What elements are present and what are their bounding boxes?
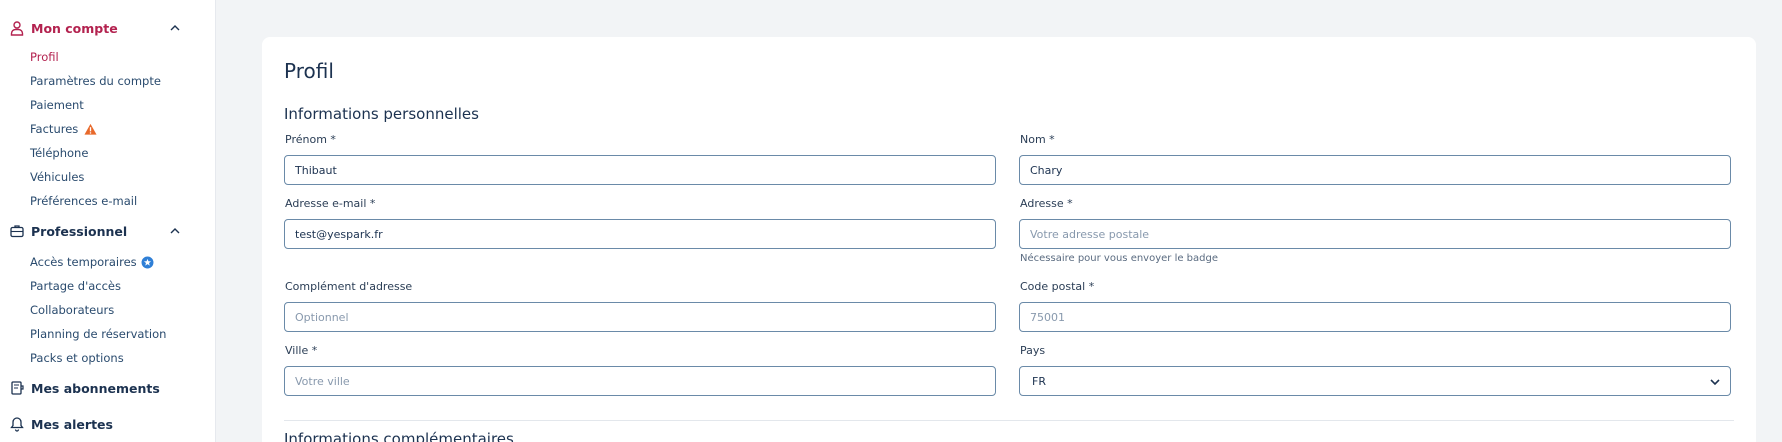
sidebar-item-vehicules[interactable]: Véhicules xyxy=(30,169,84,185)
email-input[interactable] xyxy=(284,219,996,249)
country-label: Pays xyxy=(1020,344,1046,357)
country-select-value: FR xyxy=(1032,374,1046,388)
sidebar-item-partage[interactable]: Partage d'accès xyxy=(30,278,121,294)
sidebar-item-preferences[interactable]: Préférences e-mail xyxy=(30,193,137,209)
address2-label: Complément d'adresse xyxy=(285,280,413,293)
sidebar-item-packs[interactable]: Packs et options xyxy=(30,350,124,366)
sidebar-item-parametres[interactable]: Paramètres du compte xyxy=(30,73,161,89)
bell-icon xyxy=(9,416,25,432)
sidebar-item-planning[interactable]: Planning de réservation xyxy=(30,326,166,342)
zipcode-input[interactable] xyxy=(1019,302,1731,332)
subscription-icon xyxy=(9,380,25,396)
sidebar-section-subscriptions[interactable]: Mes abonnements xyxy=(9,378,160,398)
firstname-label: Prénom * xyxy=(285,133,336,146)
sidebar-section-pro[interactable]: Professionnel xyxy=(9,221,180,241)
country-select[interactable]: FR xyxy=(1019,366,1731,396)
sidebar: Mon compte Profil Paramètres du compte P… xyxy=(0,0,216,442)
sidebar-item-paiement[interactable]: Paiement xyxy=(30,97,84,113)
sidebar-section-alerts[interactable]: Mes alertes xyxy=(9,414,113,434)
zipcode-label: Code postal * xyxy=(1020,280,1095,293)
sidebar-item-factures[interactable]: Factures xyxy=(30,121,97,137)
sidebar-item-profil[interactable]: Profil xyxy=(30,49,59,65)
sidebar-section-title: Professionnel xyxy=(31,223,128,239)
section-divider xyxy=(284,420,1734,421)
page-title: Profil xyxy=(284,59,334,83)
sidebar-section-title: Mes abonnements xyxy=(31,380,160,396)
sidebar-section-title: Mes alertes xyxy=(31,416,113,432)
sidebar-item-telephone[interactable]: Téléphone xyxy=(30,145,88,161)
email-label: Adresse e-mail * xyxy=(285,197,376,210)
lastname-label: Nom * xyxy=(1020,133,1055,146)
address2-input[interactable] xyxy=(284,302,996,332)
address-input[interactable] xyxy=(1019,219,1731,249)
sidebar-item-acces-temporaires[interactable]: Accès temporaires xyxy=(30,254,154,270)
firstname-input[interactable] xyxy=(284,155,996,185)
warning-icon xyxy=(84,123,97,136)
address-label: Adresse * xyxy=(1020,197,1073,210)
section-title-more: Informations complémentaires xyxy=(284,430,514,442)
badge-star-icon xyxy=(141,256,154,269)
sidebar-item-collaborateurs[interactable]: Collaborateurs xyxy=(30,302,114,318)
chevron-up-icon[interactable] xyxy=(169,22,181,34)
address-help-text: Nécessaire pour vous envoyer le badge xyxy=(1020,253,1219,264)
sidebar-item-label: Factures xyxy=(30,122,79,136)
briefcase-icon xyxy=(9,223,25,239)
section-title-personal: Informations personnelles xyxy=(284,105,479,123)
user-icon xyxy=(9,20,25,36)
lastname-input[interactable] xyxy=(1019,155,1731,185)
city-label: Ville * xyxy=(285,344,318,357)
profile-card: Profil Informations personnelles Prénom … xyxy=(262,37,1756,442)
city-input[interactable] xyxy=(284,366,996,396)
chevron-down-icon xyxy=(1708,375,1722,389)
chevron-up-icon[interactable] xyxy=(169,225,181,237)
sidebar-section-title: Mon compte xyxy=(31,20,118,36)
sidebar-item-label: Accès temporaires xyxy=(30,255,137,269)
sidebar-section-account[interactable]: Mon compte xyxy=(9,18,180,38)
